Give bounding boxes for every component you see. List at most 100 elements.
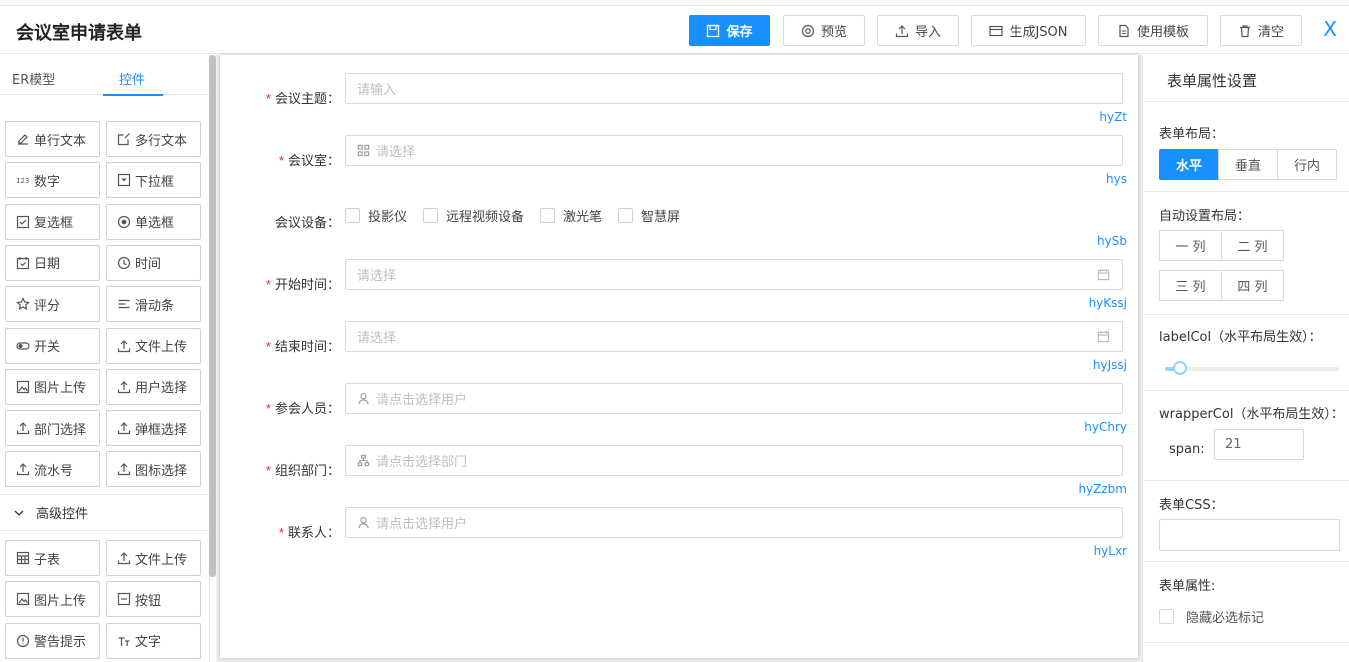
span-input[interactable]: 21 (1214, 429, 1304, 460)
checkbox-box[interactable] (423, 208, 439, 223)
layout-horizontal-option[interactable]: 水平 (1159, 149, 1219, 180)
span-label: span: (1169, 442, 1205, 457)
equipment-checkbox[interactable]: 投影仪 (345, 206, 407, 225)
one-column-option[interactable]: 一 列 (1159, 230, 1222, 261)
hyZzbm-input[interactable]: 请点击选择部门 (345, 445, 1123, 476)
control-upload-button[interactable]: 部门选择 (5, 410, 100, 447)
control-upload-button[interactable]: 用户选择 (106, 368, 201, 405)
layout-vertical-option[interactable]: 垂直 (1218, 149, 1278, 180)
control-radio-button[interactable]: 单选框 (106, 203, 201, 240)
image-icon (16, 593, 30, 606)
calendar-icon[interactable] (1097, 268, 1110, 281)
control-upload-button[interactable]: 图标选择 (106, 451, 201, 488)
save-button[interactable]: 保存 (689, 15, 770, 46)
control-exclamation-circle-button[interactable]: 警告提示 (5, 622, 100, 659)
advanced-controls-header[interactable]: 高级控件 (0, 494, 209, 531)
layout-inline-option[interactable]: 行内 (1277, 149, 1337, 180)
required-mark: * (278, 153, 284, 168)
hyJssj-input[interactable]: 请选择 (345, 321, 1123, 352)
equipment-checkbox[interactable]: 智慧屏 (618, 206, 680, 225)
hyLxr-input[interactable]: 请点击选择用户 (345, 507, 1123, 538)
star-icon (16, 297, 30, 311)
control-upload-button[interactable]: 文件上传 (106, 540, 201, 576)
field-label-text: 会议设备： (274, 216, 340, 231)
header: 会议室申请表单 保存 预览 导入 生成JSON 使用模板 清空 X (0, 6, 1349, 54)
input-placeholder: 请点击选择部门 (376, 455, 468, 470)
control-number-button[interactable]: 123 数字 (5, 162, 100, 199)
two-column-option[interactable]: 二 列 (1221, 230, 1284, 261)
control-upload-button[interactable]: 弹框选择 (106, 410, 201, 447)
switch-icon (16, 341, 30, 350)
divider (1143, 191, 1349, 192)
tab-controls[interactable]: 控件 (119, 69, 145, 88)
control-form-button[interactable]: 多行文本 (106, 121, 201, 157)
control-label: 部门选择 (34, 422, 87, 438)
edit-icon (18, 134, 28, 145)
control-label: 日期 (34, 257, 61, 273)
label-col-slider-track[interactable] (1165, 367, 1339, 371)
control-switch-button[interactable]: 开关 (5, 327, 100, 364)
equipment-checkbox[interactable]: 激光笔 (540, 206, 602, 225)
checkbox-box[interactable] (618, 208, 634, 223)
equipment-checkbox[interactable]: 远程视频设备 (423, 206, 524, 225)
form-css-input[interactable] (1159, 519, 1340, 551)
checkbox-box[interactable] (345, 208, 360, 223)
required-mark: * (265, 339, 271, 354)
form-row-hyZt: * 会议主题： 请输入 hyZt (220, 70, 1138, 130)
divider (1143, 561, 1349, 562)
divider (1143, 314, 1349, 315)
checkbox-label: 智慧屏 (641, 210, 681, 225)
calendar-icon[interactable] (1097, 330, 1110, 343)
control-checkbox-button[interactable]: 复选框 (5, 203, 100, 240)
field-label: * 会议室： (279, 150, 340, 169)
hide-required-checkbox[interactable]: 隐藏必选标记 (1159, 607, 1264, 626)
divider (1143, 101, 1349, 102)
control-dropdown-button[interactable]: 下拉框 (106, 162, 201, 199)
hyZt-input[interactable]: 请输入 (345, 73, 1123, 104)
control-calendar-check-button[interactable]: 日期 (5, 244, 100, 281)
field-key-label: hyZzbm (1078, 482, 1127, 496)
control-clock-button[interactable]: 时间 (106, 244, 201, 281)
hide-required-label: 隐藏必选标记 (1186, 611, 1265, 626)
control-font-size-button[interactable]: 文字 (106, 622, 201, 659)
checkbox-label: 远程视频设备 (446, 210, 525, 225)
generate-json-button[interactable]: 生成JSON (971, 15, 1086, 46)
control-upload-button[interactable]: 流水号 (5, 451, 100, 488)
control-upload-button[interactable]: 文件上传 (106, 327, 201, 364)
required-mark: * (265, 91, 271, 106)
field-label-text: 开始时间： (274, 278, 340, 293)
control-slider-button[interactable]: 滑动条 (106, 286, 201, 323)
checkbox-box[interactable] (540, 208, 556, 223)
close-button[interactable]: X (1323, 18, 1337, 40)
clear-button[interactable]: 清空 (1220, 15, 1302, 46)
control-image-button[interactable]: 图片上传 (5, 368, 100, 405)
control-table-button[interactable]: 子表 (5, 540, 100, 576)
field-label: * 联系人： (279, 522, 340, 541)
checkbox-box[interactable] (1159, 609, 1174, 624)
label-col-slider-handle[interactable] (1173, 361, 1187, 375)
form-row-hySb: 会议设备： 投影仪 远程视频设备 激光笔 智慧屏 hySb (220, 194, 1138, 254)
import-button[interactable]: 导入 (877, 15, 959, 46)
three-column-option[interactable]: 三 列 (1159, 270, 1222, 301)
field-label: * 参会人员： (266, 398, 340, 417)
upload-icon (895, 24, 909, 37)
control-label: 用户选择 (135, 381, 188, 397)
form-attr-label: 表单属性: (1159, 579, 1216, 594)
import-label: 导入 (914, 25, 941, 40)
field-label: 会议设备： (275, 212, 340, 231)
hyKssj-input[interactable]: 请选择 (345, 259, 1123, 290)
control-image-button[interactable]: 图片上传 (5, 581, 100, 618)
upload-icon (117, 463, 131, 476)
control-star-button[interactable]: 评分 (5, 286, 100, 323)
control-label: 开关 (34, 340, 61, 355)
field-key-label: hyZt (1099, 110, 1127, 124)
left-scrollbar[interactable] (209, 55, 216, 577)
hys-input[interactable]: 请选择 (345, 135, 1123, 166)
preview-button[interactable]: 预览 (783, 15, 865, 46)
control-minus-square-button[interactable]: 按钮 (106, 581, 201, 618)
tab-er-model[interactable]: ER模型 (12, 69, 55, 88)
control-edit-button[interactable]: 单行文本 (5, 121, 100, 157)
use-template-button[interactable]: 使用模板 (1098, 15, 1208, 46)
hyChry-input[interactable]: 请点击选择用户 (345, 383, 1123, 414)
four-column-option[interactable]: 四 列 (1221, 270, 1284, 301)
